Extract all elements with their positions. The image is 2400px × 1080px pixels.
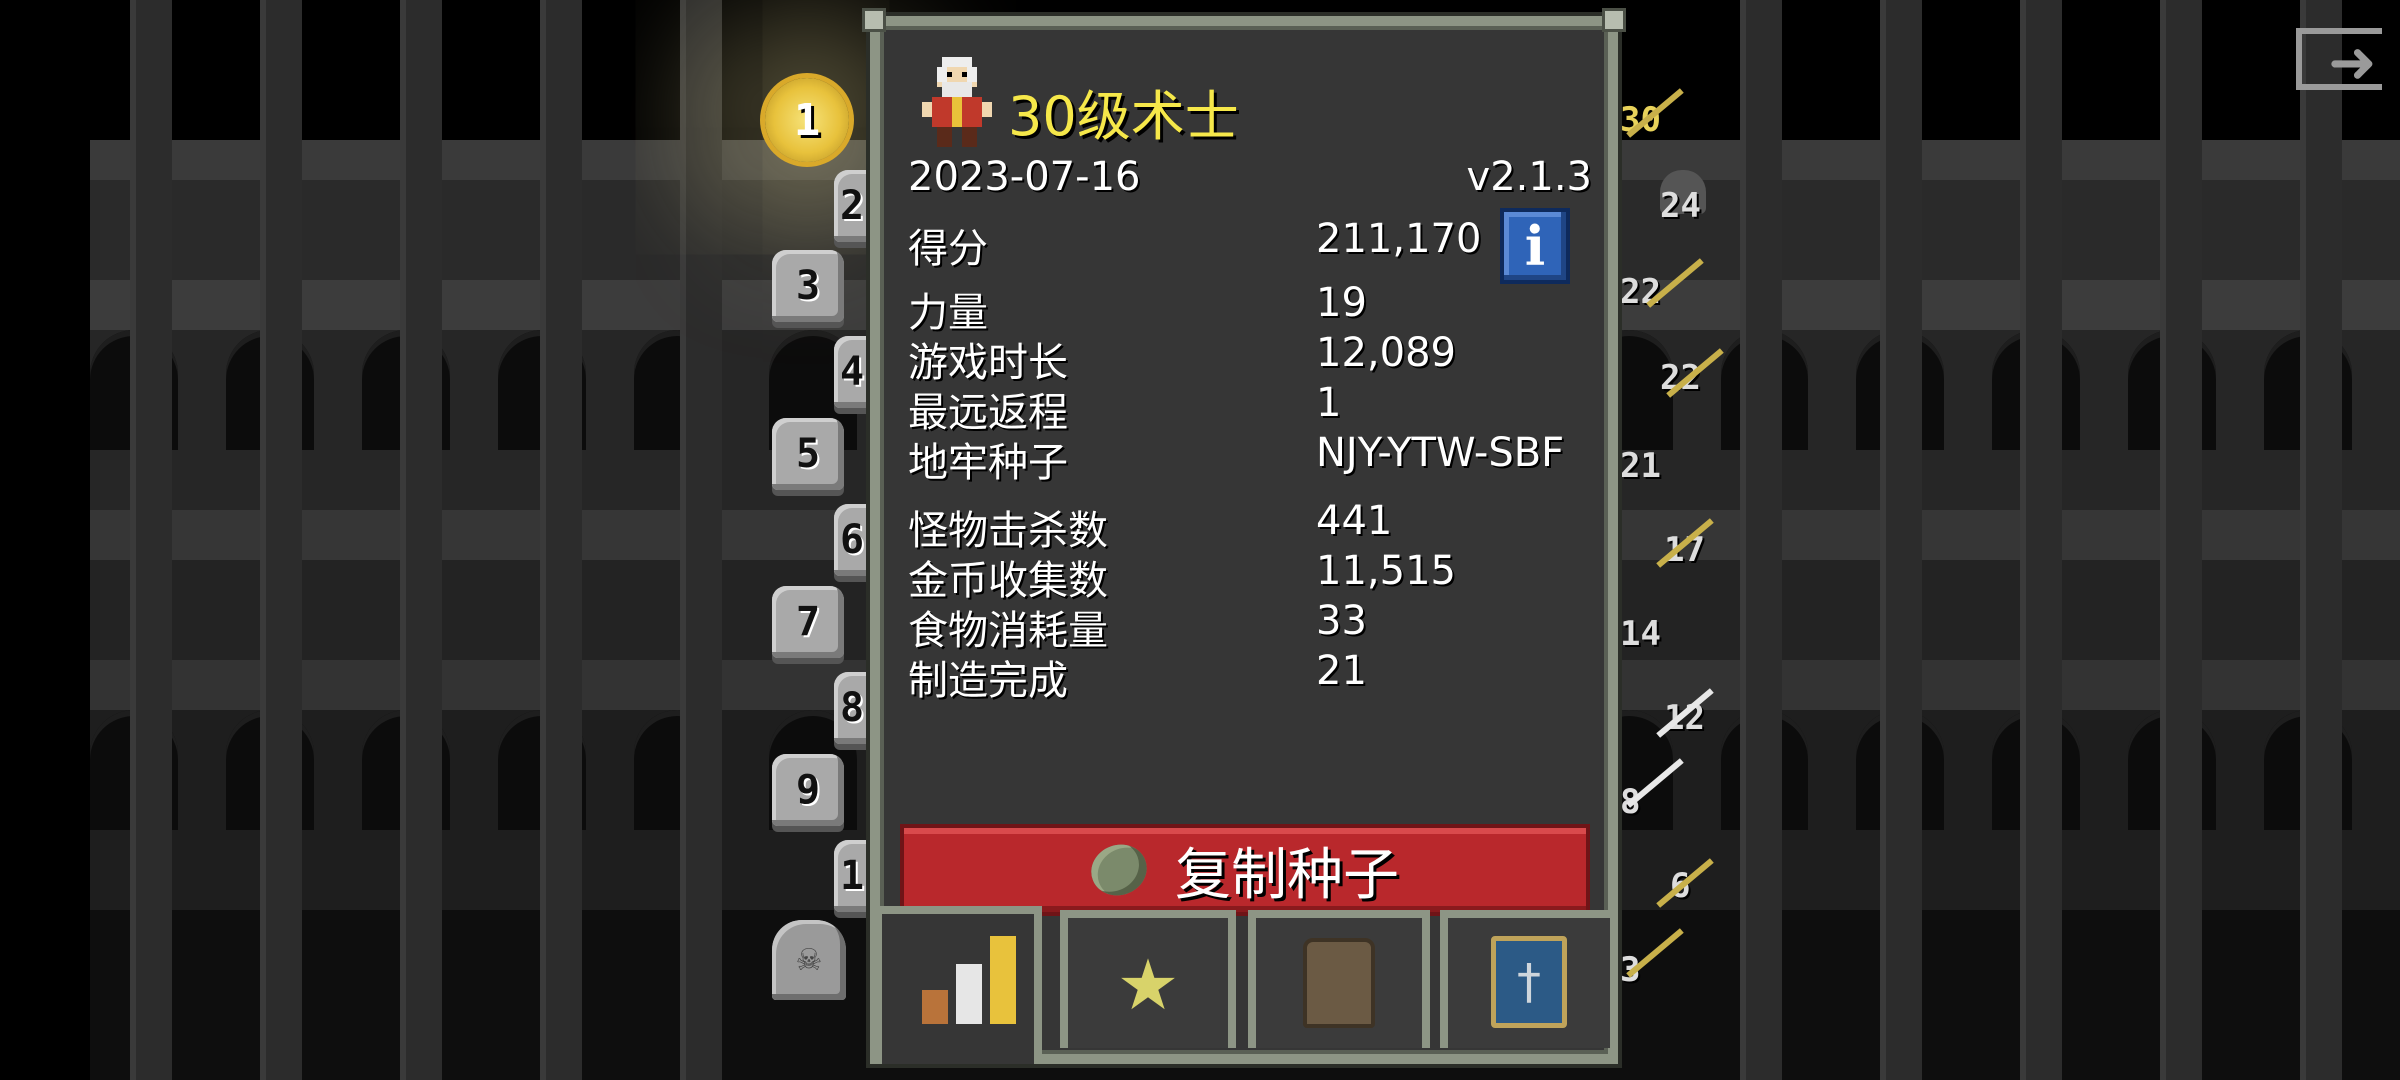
stat-value-food-eaten: 33	[1316, 598, 1367, 644]
copy-seed-button[interactable]: 复制种子	[900, 824, 1590, 916]
panel-corner	[862, 8, 886, 32]
rank-badge[interactable]: 3	[772, 250, 844, 322]
seed-icon	[1084, 836, 1154, 904]
hero-title: 30级术士	[1008, 85, 1239, 148]
bg-pillar	[2300, 0, 2342, 1080]
tab-stats[interactable]	[874, 906, 1042, 1064]
level-number: 24	[1660, 186, 1701, 226]
tab-items[interactable]	[1248, 910, 1430, 1048]
level-number: 22	[1620, 272, 1661, 312]
star-icon: ★	[1116, 944, 1180, 1026]
bg-pillar	[260, 0, 302, 1080]
stat-label-items-crafted: 制造完成	[908, 658, 1068, 704]
tombstone-icon[interactable]: ☠	[772, 920, 846, 1000]
info-button[interactable]: i	[1500, 208, 1570, 284]
bg-pillar	[1880, 0, 1922, 1080]
tab-badges[interactable]: ★	[1060, 910, 1236, 1048]
rank-badge[interactable]: 5	[772, 418, 844, 490]
panel-corner	[1602, 8, 1626, 32]
level-number: 21	[1620, 446, 1661, 486]
bg-pillar	[540, 0, 582, 1080]
stat-value-strength: 19	[1316, 280, 1367, 326]
game-date: 2023-07-16	[908, 154, 1141, 200]
bg-pillar	[2020, 0, 2062, 1080]
game-version: v2.1.3	[1466, 154, 1592, 200]
tab-journal[interactable]: †	[1440, 910, 1618, 1048]
warlock-avatar-icon	[922, 57, 992, 147]
stat-value-dungeon-seed: NJY-YTW-SBF	[1316, 430, 1565, 476]
stat-value-gold-collected: 11,515	[1316, 548, 1456, 594]
stat-value-farthest-return: 1	[1316, 380, 1342, 426]
bg-pillar	[680, 0, 722, 1080]
rank-badge[interactable]: 7	[772, 586, 844, 658]
stat-value-items-crafted: 21	[1316, 648, 1367, 694]
backpack-icon	[1303, 938, 1375, 1028]
bg-pillar	[1740, 0, 1782, 1080]
level-number: 14	[1620, 614, 1661, 654]
stat-label-dungeon-seed: 地牢种子	[908, 440, 1068, 486]
bg-pillar	[130, 0, 172, 1080]
stat-value-monsters-killed: 441	[1316, 498, 1393, 544]
stat-value-play-time: 12,089	[1316, 330, 1456, 376]
rank-1-medal[interactable]: 1	[765, 78, 849, 162]
stat-label-score: 得分	[908, 226, 988, 272]
copy-seed-label: 复制种子	[1175, 842, 1399, 908]
exit-icon[interactable]	[2296, 28, 2382, 96]
bar-chart-icon	[922, 936, 1022, 1024]
bg-pillar	[400, 0, 442, 1080]
sword-emblem-icon: †	[1491, 936, 1567, 1028]
stat-value-score: 211,170	[1316, 216, 1482, 262]
rank-badge[interactable]: 9	[772, 754, 844, 826]
bg-pillar	[2160, 0, 2202, 1080]
